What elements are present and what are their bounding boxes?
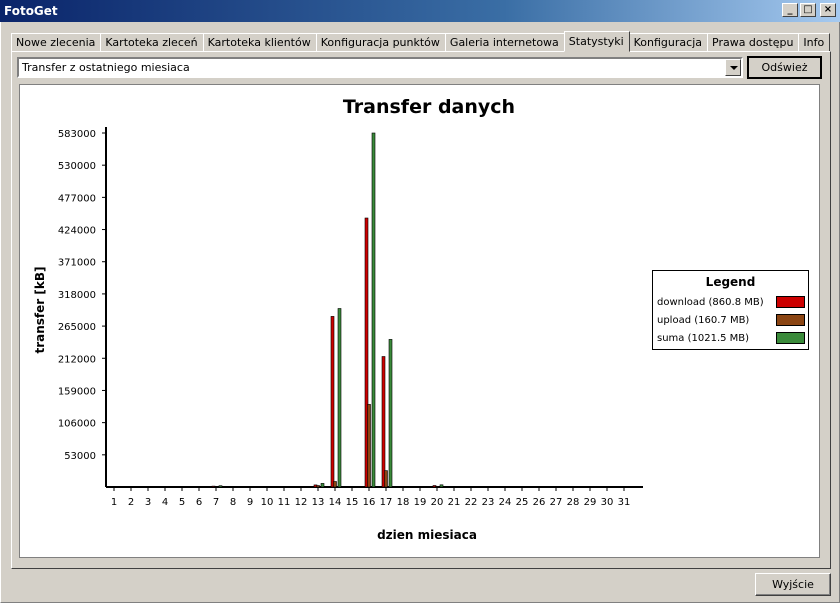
exit-button[interactable]: Wyjście bbox=[755, 573, 831, 596]
y-tick-label: 583000 bbox=[58, 129, 96, 140]
chart-legend: Legend download (860.8 MB) upload (160.7… bbox=[652, 270, 809, 350]
y-tick-label: 53000 bbox=[64, 451, 96, 462]
x-tick-label: 27 bbox=[550, 497, 563, 508]
x-tick-label: 25 bbox=[516, 497, 529, 508]
x-tick-label: 19 bbox=[414, 497, 427, 508]
bar-suma bbox=[320, 483, 325, 488]
maximize-icon[interactable]: □ bbox=[800, 3, 816, 17]
refresh-button[interactable]: Odśwież bbox=[747, 56, 822, 79]
y-axis-label: transfer [kB] bbox=[33, 267, 47, 354]
x-tick-label: 23 bbox=[482, 497, 495, 508]
x-tick-label: 3 bbox=[145, 497, 151, 508]
x-tick-label: 1 bbox=[111, 497, 117, 508]
x-tick-label: 14 bbox=[329, 497, 342, 508]
tab-konfiguracja-punktow[interactable]: Konfiguracja punktów bbox=[315, 33, 446, 52]
x-tick-label: 22 bbox=[465, 497, 478, 508]
x-tick-label: 28 bbox=[567, 497, 580, 508]
bar-download bbox=[381, 356, 386, 488]
y-tick-label: 212000 bbox=[58, 354, 96, 365]
y-tick-label: 106000 bbox=[58, 419, 96, 430]
x-tick-label: 31 bbox=[618, 497, 631, 508]
x-tick-label: 6 bbox=[196, 497, 202, 508]
x-tick-label: 15 bbox=[346, 497, 359, 508]
y-tick-label: 159000 bbox=[58, 386, 96, 397]
legend-label-upload: upload (160.7 MB) bbox=[657, 315, 750, 326]
bar-suma bbox=[337, 308, 342, 488]
x-tick-label: 30 bbox=[601, 497, 614, 508]
window-title: FotoGet bbox=[4, 4, 58, 18]
bar-upload bbox=[333, 481, 337, 488]
tab-statystyki[interactable]: Statystyki bbox=[563, 31, 630, 52]
x-tick-label: 21 bbox=[448, 497, 461, 508]
bar-upload bbox=[435, 485, 439, 488]
y-tick-label: 424000 bbox=[58, 226, 96, 237]
tab-galeria-internetowa[interactable]: Galeria internetowa bbox=[444, 33, 565, 52]
legend-swatch-upload bbox=[776, 314, 805, 326]
chart-title: Transfer danych bbox=[343, 96, 515, 118]
tab-kartoteka-zlecen[interactable]: Kartoteka zleceń bbox=[100, 33, 204, 52]
legend-label-suma: suma (1021.5 MB) bbox=[657, 333, 750, 344]
chart-area: Transfer danych 53000 106000 159000 212000 26… bbox=[19, 84, 820, 558]
x-tick-label: 8 bbox=[230, 497, 236, 508]
chevron-down-icon[interactable] bbox=[725, 59, 741, 76]
x-tick-label: 20 bbox=[431, 497, 444, 508]
x-tick-label: 16 bbox=[363, 497, 376, 508]
x-axis-label: dzien miesiaca bbox=[377, 528, 477, 542]
bar-suma bbox=[439, 484, 444, 488]
x-tick-label: 12 bbox=[295, 497, 308, 508]
x-tick-label: 17 bbox=[380, 497, 393, 508]
tab-nowe-zlecenia[interactable]: Nowe zlecenia bbox=[11, 33, 102, 52]
minimize-icon[interactable]: _ bbox=[782, 3, 798, 17]
x-tick-label: 5 bbox=[179, 497, 185, 508]
tab-prawa-dostepu[interactable]: Prawa dostępu bbox=[707, 33, 800, 52]
x-tick-label: 24 bbox=[499, 497, 512, 508]
period-select-value: Transfer z ostatniego miesiaca bbox=[22, 61, 190, 74]
x-tick-label: 9 bbox=[247, 497, 253, 508]
y-tick-label: 265000 bbox=[58, 322, 96, 333]
tab-strip: Nowe zlecenia Kartoteka zleceń Kartoteka… bbox=[11, 31, 831, 52]
legend-swatch-suma bbox=[776, 332, 805, 344]
window-titlebar: FotoGet _ □ × bbox=[0, 0, 840, 22]
bar-suma bbox=[218, 485, 223, 488]
y-tick-label: 371000 bbox=[58, 258, 96, 269]
period-select[interactable]: Transfer z ostatniego miesiaca bbox=[17, 57, 743, 78]
x-tick-label: 29 bbox=[584, 497, 597, 508]
x-tick-label: 11 bbox=[278, 497, 291, 508]
x-tick-label: 13 bbox=[312, 497, 325, 508]
legend-swatch-download bbox=[776, 296, 805, 308]
tab-kartoteka-klientow[interactable]: Kartoteka klientów bbox=[202, 33, 317, 52]
y-tick-label: 318000 bbox=[58, 290, 96, 301]
bar-suma bbox=[371, 132, 376, 488]
bar-download bbox=[330, 316, 335, 488]
x-tick-label: 4 bbox=[162, 497, 168, 508]
bar-upload bbox=[384, 470, 388, 488]
tab-info[interactable]: Info bbox=[798, 33, 831, 52]
bar-suma bbox=[388, 339, 393, 488]
x-tick-label: 18 bbox=[397, 497, 410, 508]
x-tick-label: 2 bbox=[128, 497, 134, 508]
legend-label-download: download (860.8 MB) bbox=[657, 297, 764, 308]
tab-konfiguracja[interactable]: Konfiguracja bbox=[628, 33, 708, 52]
x-tick-label: 10 bbox=[261, 497, 274, 508]
y-tick-label: 477000 bbox=[58, 193, 96, 204]
y-tick-label: 530000 bbox=[58, 161, 96, 172]
bar-upload bbox=[316, 485, 320, 488]
close-icon[interactable]: × bbox=[820, 3, 836, 17]
x-tick-label: 26 bbox=[533, 497, 546, 508]
window-controls: _ □ × bbox=[782, 3, 836, 17]
legend-title: Legend bbox=[705, 275, 756, 289]
x-tick-label: 7 bbox=[213, 497, 219, 508]
bar-upload bbox=[367, 404, 371, 488]
